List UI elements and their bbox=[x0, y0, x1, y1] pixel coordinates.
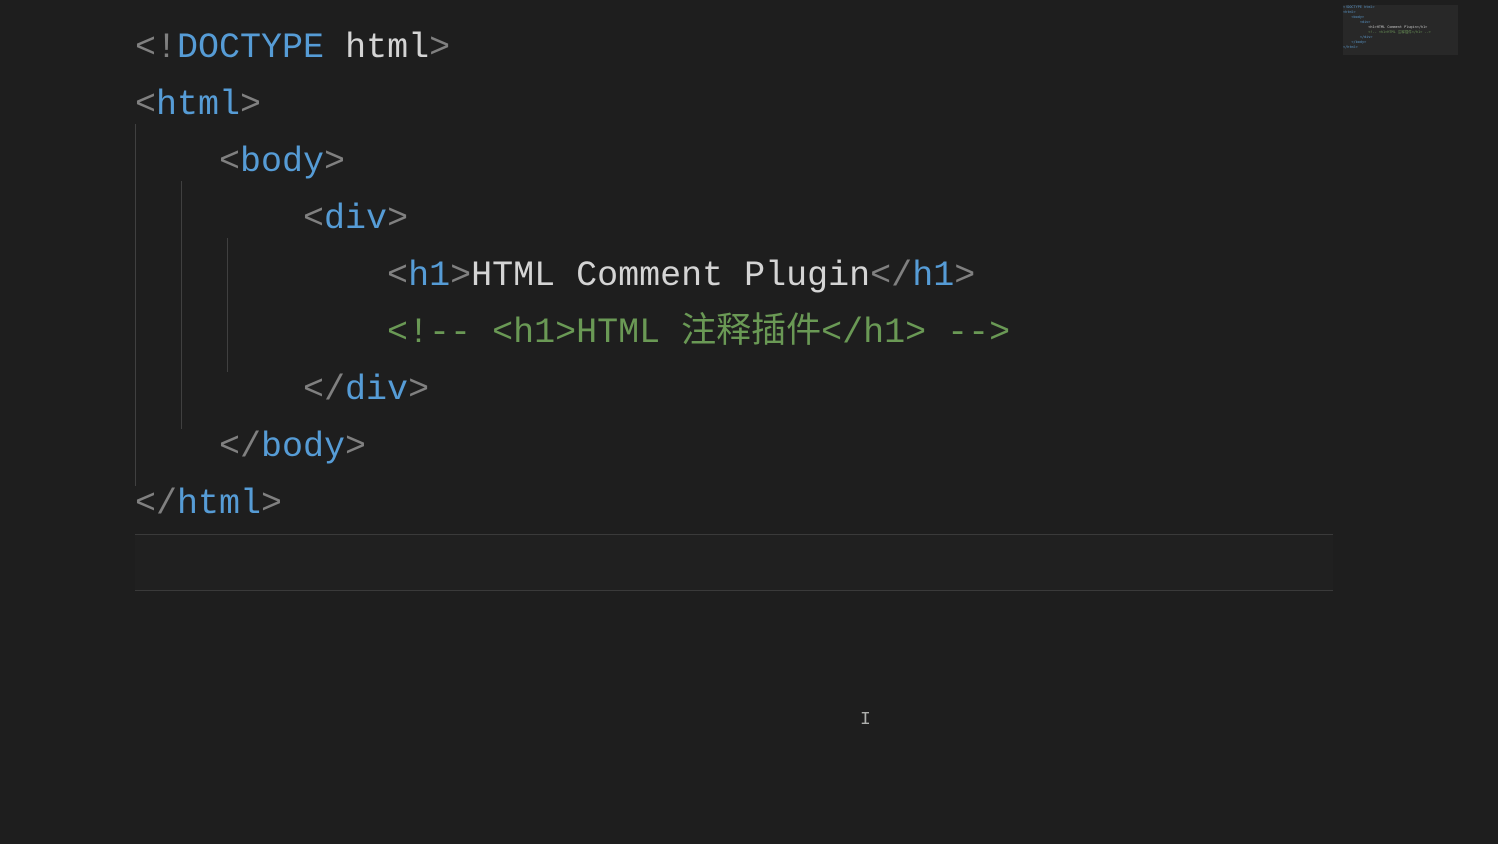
punctuation: > bbox=[345, 427, 366, 467]
code-line[interactable]: </div> bbox=[135, 362, 1498, 419]
minimap-viewport[interactable] bbox=[1343, 5, 1458, 55]
doctype-keyword: DOCTYPE bbox=[177, 28, 324, 68]
punctuation: < bbox=[135, 85, 156, 125]
tag-name: h1 bbox=[912, 256, 954, 296]
indent bbox=[135, 191, 303, 248]
punctuation: </ bbox=[303, 370, 345, 410]
tag-name: body bbox=[240, 142, 324, 182]
indent bbox=[135, 419, 219, 476]
punctuation: < bbox=[303, 199, 324, 239]
punctuation: </ bbox=[135, 484, 177, 524]
comment: <!-- <h1>HTML 注释插件</h1> --> bbox=[387, 313, 1010, 353]
code-line[interactable]: <body> bbox=[135, 134, 1498, 191]
punctuation: > bbox=[429, 28, 450, 68]
tag-name: div bbox=[345, 370, 408, 410]
punctuation: > bbox=[450, 256, 471, 296]
punctuation: <! bbox=[135, 28, 177, 68]
punctuation: > bbox=[954, 256, 975, 296]
code-line[interactable]: <div> bbox=[135, 191, 1498, 248]
tag-name: div bbox=[324, 199, 387, 239]
indent bbox=[135, 134, 219, 191]
tag-name: h1 bbox=[408, 256, 450, 296]
code-line[interactable]: <html> bbox=[135, 77, 1498, 134]
code-line[interactable]: <!-- <h1>HTML 注释插件</h1> --> bbox=[135, 305, 1498, 362]
punctuation: > bbox=[324, 142, 345, 182]
code-line[interactable]: </html> bbox=[135, 476, 1498, 533]
indent bbox=[135, 305, 387, 362]
tag-name: html bbox=[177, 484, 261, 524]
indent bbox=[135, 248, 387, 305]
punctuation: > bbox=[408, 370, 429, 410]
tag-name: html bbox=[156, 85, 240, 125]
punctuation: < bbox=[387, 256, 408, 296]
indent bbox=[135, 362, 303, 419]
space bbox=[324, 28, 345, 68]
doctype-value: html bbox=[345, 28, 429, 68]
minimap[interactable]: <!DOCTYPE html> <html> <body> <div> <h1>… bbox=[1343, 5, 1458, 125]
code-line[interactable]: <h1>HTML Comment Plugin</h1> bbox=[135, 248, 1498, 305]
punctuation: < bbox=[219, 142, 240, 182]
punctuation: > bbox=[240, 85, 261, 125]
punctuation: > bbox=[261, 484, 282, 524]
tag-name: body bbox=[261, 427, 345, 467]
punctuation: > bbox=[387, 199, 408, 239]
code-line[interactable]: </body> bbox=[135, 419, 1498, 476]
code-editor[interactable]: <!DOCTYPE html> <html> <body> <div> <h1>… bbox=[0, 0, 1498, 844]
punctuation: </ bbox=[219, 427, 261, 467]
text-content: HTML Comment Plugin bbox=[471, 256, 870, 296]
text-cursor-icon: I bbox=[860, 710, 862, 732]
punctuation: </ bbox=[870, 256, 912, 296]
code-line[interactable]: <!DOCTYPE html> bbox=[135, 20, 1498, 77]
